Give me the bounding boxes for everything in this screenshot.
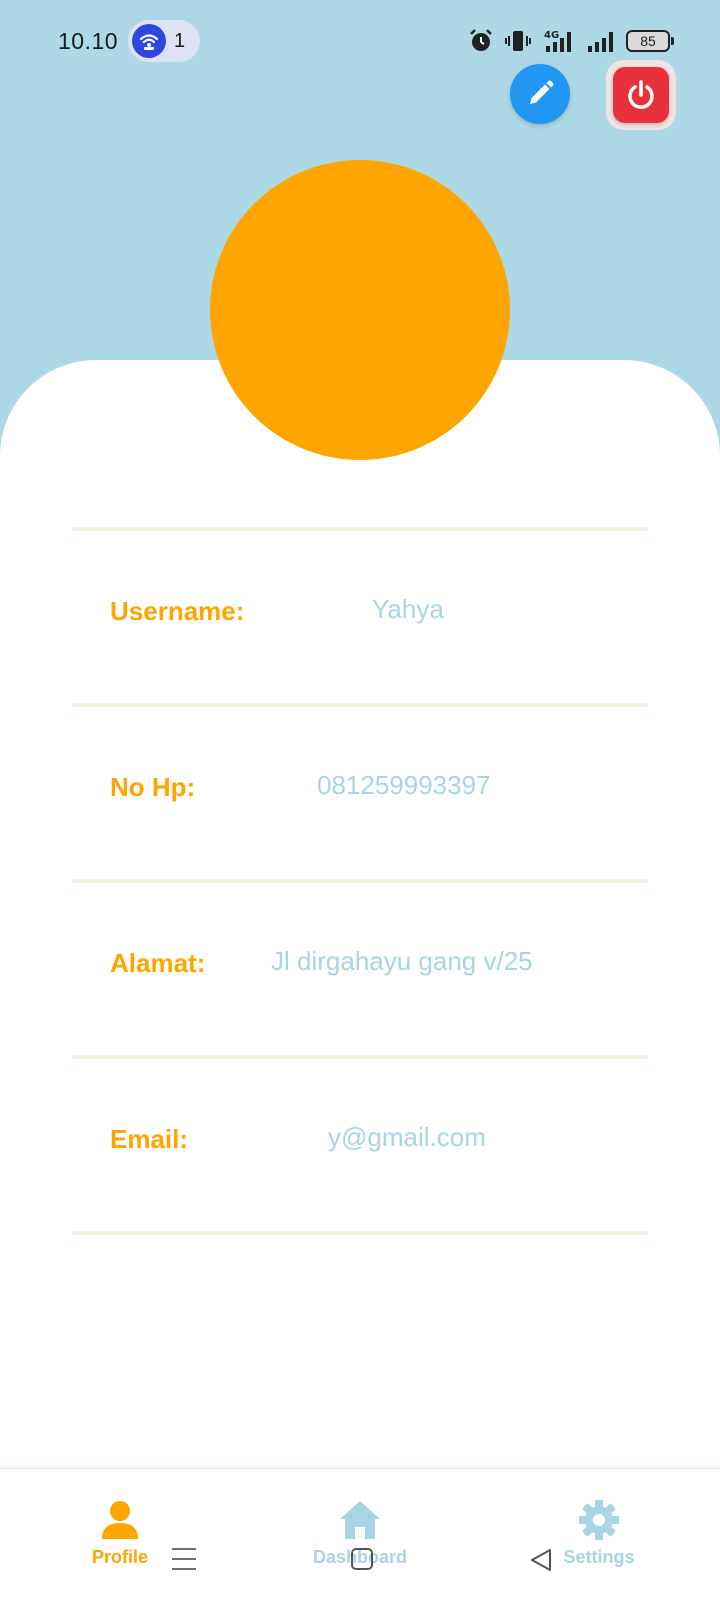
signal-4g-icon: 4G [544, 30, 571, 52]
divider [72, 1055, 648, 1059]
gear-icon [579, 1500, 619, 1540]
divider [72, 527, 648, 531]
username-value: Yahya [372, 594, 444, 624]
nav-label-settings: Settings [563, 1547, 635, 1567]
status-time: 10.10 [58, 28, 119, 54]
status-icons: 4G 85 [468, 26, 674, 56]
logout-button-face [613, 67, 669, 123]
phone-label: No Hp: [110, 772, 196, 802]
status-bar: 10.10 1 4G 85 [0, 18, 720, 64]
divider [72, 1231, 648, 1235]
bottom-navigation: Profile Dashboard Settings [0, 1468, 720, 1604]
battery-icon: 85 [626, 30, 674, 52]
vibrate-icon [505, 31, 531, 51]
logout-button[interactable] [606, 60, 676, 130]
network-type-label: 4G [544, 30, 559, 41]
person-icon [102, 1501, 138, 1539]
email-value: y@gmail.com [328, 1122, 486, 1152]
nav-label-profile: Profile [91, 1547, 148, 1567]
home-icon [340, 1501, 380, 1539]
power-icon [628, 80, 654, 109]
system-recents-button[interactable] [172, 1548, 196, 1572]
nav-item-dashboard[interactable]: Dashboard [280, 1499, 440, 1585]
divider [72, 879, 648, 883]
nav-item-profile[interactable]: Profile [40, 1499, 200, 1585]
email-label: Email: [110, 1124, 189, 1154]
battery-level: 85 [640, 33, 656, 49]
system-back-button[interactable] [528, 1547, 554, 1573]
pencil-icon [530, 80, 554, 104]
divider [72, 703, 648, 707]
system-home-button[interactable] [351, 1548, 373, 1570]
signal-icon [588, 32, 613, 52]
hotspot-count: 1 [174, 30, 186, 52]
edit-profile-button[interactable] [510, 64, 570, 124]
username-label: Username: [110, 596, 245, 626]
alarm-icon [470, 29, 492, 51]
address-value: Jl dirgahayu gang v/25 [271, 946, 533, 976]
phone-value: 081259993397 [317, 770, 491, 800]
hotspot-icon [132, 24, 166, 58]
hotspot-indicator: 1 [128, 20, 200, 62]
profile-avatar[interactable] [210, 160, 510, 460]
profile-card [0, 360, 720, 1604]
address-label: Alamat: [110, 948, 206, 978]
